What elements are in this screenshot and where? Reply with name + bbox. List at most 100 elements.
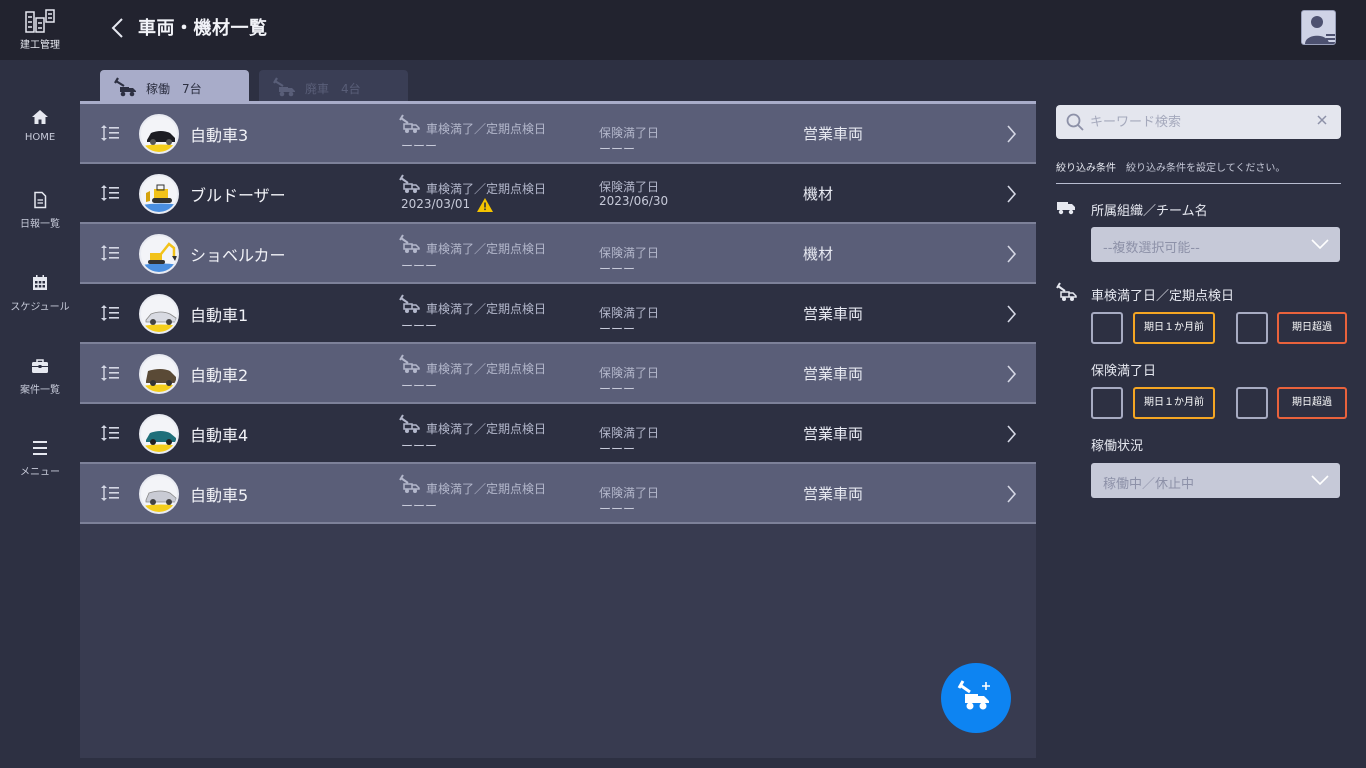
insurance-filter-label: 保険満了日: [1091, 364, 1157, 379]
vehicle-type: 機材: [803, 185, 834, 203]
warning-icon: [477, 198, 493, 212]
vehicle-icon: [399, 474, 420, 493]
tab-scrapped-vehicles[interactable]: 廃車 4台: [259, 70, 408, 103]
sidebar-item-daily-reports[interactable]: 日報一覧: [0, 191, 80, 251]
search-input[interactable]: [1090, 112, 1310, 132]
insurance-month-option[interactable]: 期日１か月前: [1133, 387, 1215, 419]
inspection-date: ーーー: [401, 379, 438, 393]
back-button[interactable]: [108, 14, 130, 44]
vehicle-thumbnail: [139, 114, 179, 154]
car-image-icon: [141, 311, 177, 332]
status-select[interactable]: 稼働中／休止中: [1091, 463, 1340, 498]
sidebar-item-home[interactable]: HOME: [0, 108, 80, 168]
close-icon[interactable]: [1316, 114, 1328, 126]
sidebar-item-schedule[interactable]: スケジュール: [0, 274, 80, 334]
insurance-date: 2023/06/30: [599, 194, 669, 208]
tab-active-vehicles[interactable]: 稼働 7台: [100, 70, 249, 103]
inspection-date: ーーー: [401, 139, 438, 153]
search-icon: [1066, 113, 1084, 131]
inspection-overdue-option[interactable]: 期日超過: [1277, 312, 1347, 344]
sort-handle-icon[interactable]: [100, 424, 120, 442]
status-filter-label: 稼働状況: [1091, 439, 1144, 454]
sidebar-item-label: 案件一覧: [20, 385, 60, 396]
insurance-label: 保険満了日: [599, 366, 660, 380]
chevron-down-icon: [1311, 475, 1329, 485]
vehicle-type: 営業車両: [803, 365, 864, 383]
inspection-month-option[interactable]: 期日１か月前: [1133, 312, 1215, 344]
chevron-right-icon: [1007, 485, 1017, 503]
sidebar-item-menu[interactable]: メニュー: [0, 439, 80, 499]
inspection-label: 車検満了／定期点検日: [426, 482, 547, 496]
search-box: [1056, 105, 1341, 139]
vehicle-icon: [1056, 282, 1077, 301]
building-logo-icon: [25, 9, 55, 33]
insurance-label: 保険満了日: [599, 426, 660, 440]
sort-handle-icon[interactable]: [100, 244, 120, 262]
vehicle-type: 機材: [803, 245, 834, 263]
sort-handle-icon[interactable]: [100, 484, 120, 502]
vehicle-row[interactable]: ブルドーザー 車検満了／定期点検日 2023/03/01 保険満了日 2023/…: [80, 164, 1036, 224]
vehicle-name: ショベルカー: [190, 246, 286, 265]
insurance-date: ーーー: [599, 142, 636, 156]
sort-handle-icon[interactable]: [100, 364, 120, 382]
user-icon: [1305, 16, 1335, 44]
sidebar-item-projects[interactable]: 案件一覧: [0, 357, 80, 417]
vehicle-row[interactable]: ショベルカー 車検満了／定期点検日 ーーー 保険満了日 ーーー 機材: [80, 224, 1036, 284]
insurance-label: 保険満了日: [599, 126, 660, 140]
chevron-right-icon: [1007, 305, 1017, 323]
org-select-value: --複数選択可能--: [1103, 241, 1200, 256]
vehicle-row[interactable]: 自動車5 車検満了／定期点検日 ーーー 保険満了日 ーーー 営業車両: [80, 464, 1036, 524]
vehicle-type: 営業車両: [803, 485, 864, 503]
inspection-label: 車検満了／定期点検日: [426, 362, 547, 376]
insurance-overdue-option[interactable]: 期日超過: [1277, 387, 1347, 419]
briefcase-icon: [32, 359, 48, 373]
insurance-date: ーーー: [599, 382, 636, 396]
inspection-date: ーーー: [401, 259, 438, 273]
page-title: 車両・機材一覧: [138, 18, 268, 39]
sort-handle-icon[interactable]: [100, 184, 120, 202]
app-logo[interactable]: 建工管理: [16, 8, 64, 54]
sidebar-item-label: メニュー: [20, 467, 60, 478]
chevron-right-icon: [1007, 125, 1017, 143]
inspection-label: 車検満了／定期点検日: [426, 182, 547, 196]
inspection-date: ーーー: [401, 439, 438, 453]
org-select[interactable]: --複数選択可能--: [1091, 227, 1340, 262]
car-image-icon: [141, 431, 177, 452]
vehicle-thumbnail: [139, 234, 179, 274]
user-avatar-button[interactable]: [1301, 10, 1336, 45]
vehicle-row[interactable]: 自動車2 車検満了／定期点検日 ーーー 保険満了日 ーーー 営業車両: [80, 344, 1036, 404]
vehicle-type: 営業車両: [803, 125, 864, 143]
filter-title: 絞り込み条件: [1056, 163, 1116, 174]
inspection-overdue-checkbox[interactable]: [1236, 312, 1268, 344]
chevron-left-icon: [111, 18, 123, 38]
truck-icon: [1057, 202, 1075, 215]
inspection-month-checkbox[interactable]: [1091, 312, 1123, 344]
vehicle-row[interactable]: 自動車3 車検満了／定期点検日 ーーー 保険満了日 ーーー 営業車両: [80, 104, 1036, 164]
insurance-label: 保険満了日: [599, 246, 660, 260]
document-icon: [34, 191, 47, 209]
vehicle-thumbnail: [139, 474, 179, 514]
insurance-overdue-checkbox[interactable]: [1236, 387, 1268, 419]
sidebar-item-label: HOME: [24, 132, 56, 143]
inspection-filter-label: 車検満了日／定期点検日: [1091, 289, 1235, 304]
add-vehicle-button[interactable]: [941, 663, 1011, 733]
inspection-label: 車検満了／定期点検日: [426, 422, 547, 436]
menu-icon: [33, 441, 47, 455]
vehicle-row[interactable]: 自動車4 車検満了／定期点検日 ーーー 保険満了日 ーーー 営業車両: [80, 404, 1036, 464]
bulldozer-image-icon: [141, 184, 177, 212]
chevron-right-icon: [1007, 425, 1017, 443]
inspection-label: 車検満了／定期点検日: [426, 242, 547, 256]
insurance-date: ーーー: [599, 442, 636, 456]
vehicle-thumbnail: [139, 174, 179, 214]
vehicle-thumbnail: [139, 414, 179, 454]
inspection-date: ーーー: [401, 319, 438, 333]
vehicle-row[interactable]: 自動車1 車検満了／定期点検日 ーーー 保険満了日 ーーー 営業車両: [80, 284, 1036, 344]
sort-handle-icon[interactable]: [100, 124, 120, 142]
vehicle-list: 自動車3 車検満了／定期点検日 ーーー 保険満了日 ーーー 営業車両 ブルドーザ…: [80, 101, 1036, 758]
add-vehicle-icon: [957, 680, 990, 710]
org-filter-label: 所属組織／チーム名: [1091, 204, 1208, 219]
inspection-label: 車検満了／定期点検日: [426, 302, 547, 316]
filter-description: 絞り込み条件を設定してください。: [1126, 163, 1286, 174]
insurance-month-checkbox[interactable]: [1091, 387, 1123, 419]
sort-handle-icon[interactable]: [100, 304, 120, 322]
